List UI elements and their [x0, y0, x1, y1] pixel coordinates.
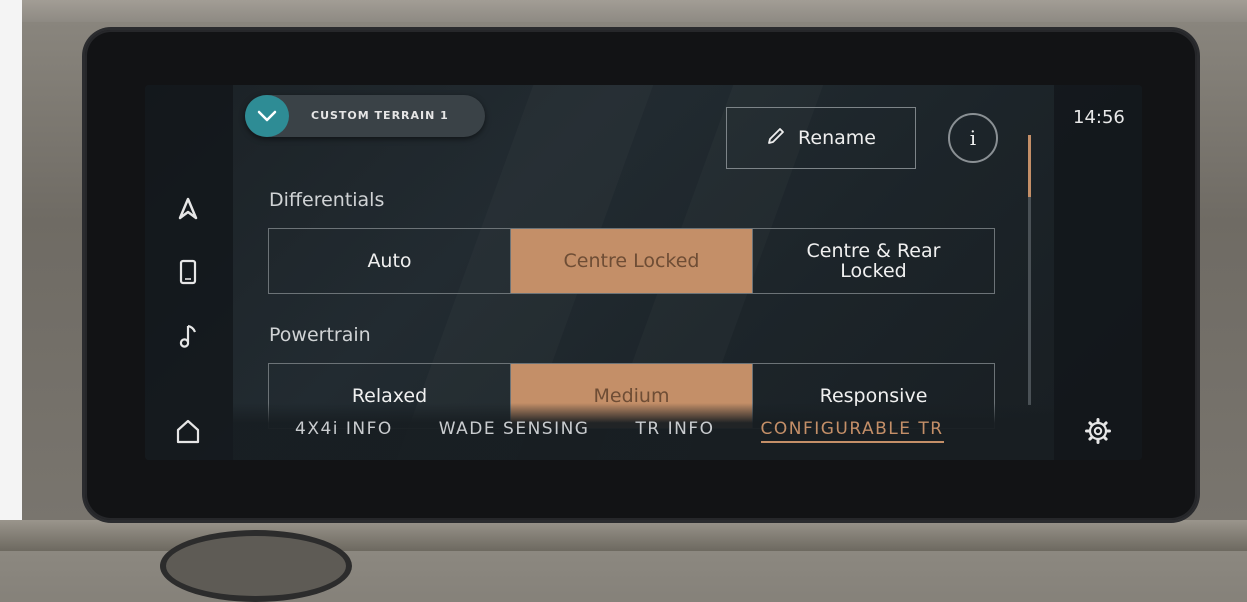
section-title-powertrain: Powertrain — [269, 324, 371, 346]
rename-label: Rename — [798, 127, 876, 149]
rename-button[interactable]: Rename — [726, 107, 916, 169]
tab-4x4i-info[interactable]: 4X4i INFO — [295, 419, 393, 443]
phone-icon[interactable] — [173, 257, 203, 287]
differentials-selector: Auto Centre Locked Centre & Rear Locked — [268, 228, 995, 294]
option-centre-rear-locked[interactable]: Centre & Rear Locked — [753, 229, 994, 293]
photo-background-top — [0, 0, 1247, 22]
tab-configurable-tr[interactable]: CONFIGURABLE TR — [760, 419, 944, 443]
terrain-label: CUSTOM TERRAIN 1 — [311, 109, 449, 122]
right-sidebar — [1054, 85, 1142, 460]
music-icon[interactable] — [173, 321, 203, 351]
rotary-knob — [160, 530, 352, 602]
home-icon[interactable] — [173, 416, 203, 446]
infotainment-screen: 14:56 CUSTOM TERRAIN 1 Rename i Differen… — [145, 85, 1142, 460]
pencil-icon — [766, 126, 786, 151]
scrollbar-thumb[interactable] — [1028, 135, 1031, 197]
clock: 14:56 — [1073, 107, 1125, 128]
chevron-down-icon[interactable] — [245, 95, 289, 137]
info-button[interactable]: i — [948, 113, 998, 163]
tab-wade-sensing[interactable]: WADE SENSING — [439, 419, 590, 443]
tab-bar: 4X4i INFO WADE SENSING TR INFO CONFIGURA… — [295, 419, 944, 443]
option-label: Centre & Rear Locked — [806, 240, 941, 282]
section-title-differentials: Differentials — [269, 189, 385, 211]
left-sidebar — [145, 85, 233, 460]
option-auto[interactable]: Auto — [269, 229, 511, 293]
option-centre-locked[interactable]: Centre Locked — [511, 229, 753, 293]
navigation-icon[interactable] — [173, 193, 203, 223]
tab-tr-info[interactable]: TR INFO — [636, 419, 715, 443]
photo-background-left — [0, 0, 22, 551]
gear-icon[interactable] — [1083, 416, 1113, 446]
